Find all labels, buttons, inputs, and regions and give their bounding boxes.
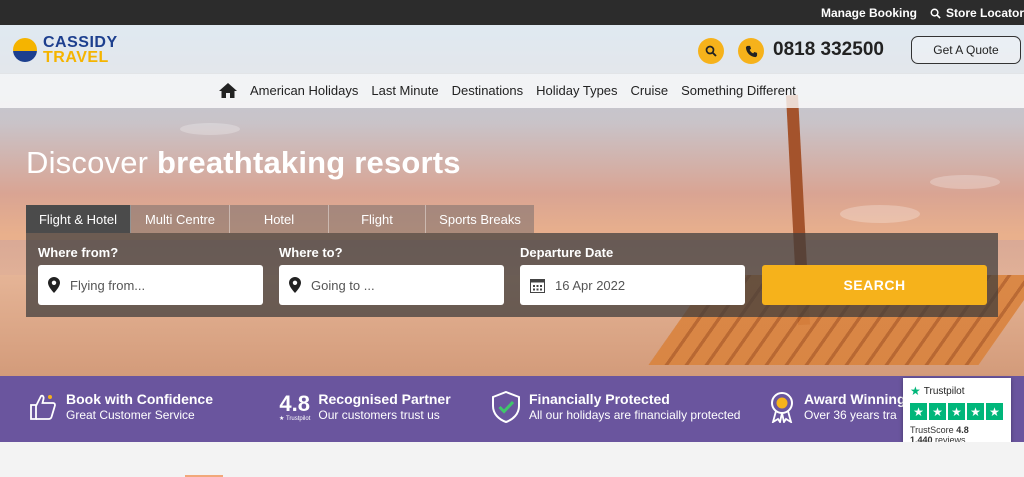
phone-number[interactable]: 0818 332500 [773, 39, 884, 61]
tab-hotel[interactable]: Hotel [230, 205, 329, 233]
thumbs-up-icon [30, 394, 56, 420]
cloud [180, 123, 240, 135]
map-pin-icon [48, 277, 60, 293]
store-locator-label: Store Locator [946, 6, 1024, 20]
page-content-top [0, 442, 1024, 477]
feature-financially-protected: Financially Protected All our holidays a… [491, 391, 740, 423]
phone-button[interactable] [738, 38, 764, 64]
to-placeholder: Going to ... [311, 277, 375, 293]
star-icon: ★ [986, 403, 1003, 420]
star-rating: ★ ★ ★ ★ ★ [910, 403, 1004, 420]
utility-bar: Manage Booking Store Locator [0, 0, 1024, 25]
search-icon [705, 45, 717, 57]
feature-title: Recognised Partner [318, 391, 451, 407]
tab-multi-centre[interactable]: Multi Centre [131, 205, 230, 233]
feature-subtitle: Over 36 years tra [804, 408, 897, 422]
tab-flight[interactable]: Flight [329, 205, 426, 233]
header-search-button[interactable] [698, 38, 724, 64]
trustpilot-rating: 4.8 [279, 390, 310, 416]
hero-headline: Discover breathtaking resorts [26, 145, 461, 181]
feature-title: Financially Protected [529, 391, 670, 407]
site-header: CASSIDY TRAVEL 0818 332500 Get A Quote [0, 25, 1024, 73]
search-panel: Where from? Flying from... Where to? Goi… [26, 233, 998, 317]
feature-title: Award Winning [804, 391, 906, 407]
nav-item-destinations[interactable]: Destinations [452, 83, 524, 98]
manage-booking-link[interactable]: Manage Booking [821, 6, 917, 20]
trustpilot-star-icon: ★ [910, 384, 921, 398]
tab-sports-breaks[interactable]: Sports Breaks [426, 205, 534, 233]
home-icon[interactable] [219, 83, 237, 98]
star-icon: ★ [948, 403, 965, 420]
logo-line2: TRAVEL [43, 49, 109, 66]
search-button[interactable]: SEARCH [762, 265, 987, 305]
from-field[interactable]: Flying from... [38, 265, 263, 305]
get-a-quote-button[interactable]: Get A Quote [911, 36, 1021, 64]
feature-recognised-partner: 4.8 ★ Trustpilot Recognised Partner Our … [279, 391, 451, 423]
shield-check-icon [492, 391, 520, 423]
tab-flight-hotel[interactable]: Flight & Hotel [26, 205, 131, 233]
trustpilot-mini-logo: ★ Trustpilot [279, 415, 311, 422]
feature-title: Book with Confidence [66, 391, 213, 407]
logo-sun-icon [13, 38, 37, 62]
cloud [930, 175, 1000, 189]
feature-award-winning: Award Winning Over 36 years tra [768, 391, 906, 423]
calendar-icon [530, 278, 545, 293]
headline-bold: breathtaking resorts [157, 145, 461, 180]
star-icon: ★ [929, 403, 946, 420]
feature-subtitle: All our holidays are financially protect… [529, 408, 741, 422]
star-icon: ★ [967, 403, 984, 420]
cloud [840, 205, 920, 223]
main-nav: American Holidays Last Minute Destinatio… [0, 73, 1024, 108]
departure-date-field[interactable]: 16 Apr 2022 [520, 265, 745, 305]
nav-item-cruise[interactable]: Cruise [631, 83, 669, 98]
trustpilot-brand: Trustpilot [923, 385, 965, 397]
trust-score: TrustScore 4.8 [910, 425, 1004, 435]
nav-item-american-holidays[interactable]: American Holidays [250, 83, 358, 98]
phone-icon [745, 45, 757, 57]
award-icon [771, 392, 793, 423]
departure-date-value: 16 Apr 2022 [555, 277, 626, 293]
feature-subtitle: Great Customer Service [66, 408, 195, 422]
nav-item-holiday-types[interactable]: Holiday Types [536, 83, 617, 98]
logo-line1: CASSIDY [43, 34, 118, 51]
feature-book-with-confidence: Book with Confidence Great Customer Serv… [28, 391, 213, 423]
nav-item-something-different[interactable]: Something Different [681, 83, 796, 98]
logo[interactable]: CASSIDY TRAVEL [13, 34, 118, 66]
to-field[interactable]: Going to ... [279, 265, 504, 305]
trust-score-label: TrustScore [910, 425, 954, 435]
map-pin-icon [289, 277, 301, 293]
star-icon: ★ [910, 403, 927, 420]
headline-plain: Discover [26, 145, 157, 180]
from-label: Where from? [38, 245, 119, 260]
search-icon [930, 8, 941, 19]
store-locator-link[interactable]: Store Locator [930, 6, 1024, 20]
nav-item-last-minute[interactable]: Last Minute [371, 83, 438, 98]
date-label: Departure Date [520, 245, 614, 260]
features-band: Book with Confidence Great Customer Serv… [0, 376, 1024, 442]
search-tabs: Flight & Hotel Multi Centre Hotel Flight… [26, 205, 534, 233]
trust-score-value: 4.8 [956, 425, 969, 435]
from-placeholder: Flying from... [70, 277, 146, 293]
feature-subtitle: Our customers trust us [318, 408, 440, 422]
to-label: Where to? [279, 245, 343, 260]
